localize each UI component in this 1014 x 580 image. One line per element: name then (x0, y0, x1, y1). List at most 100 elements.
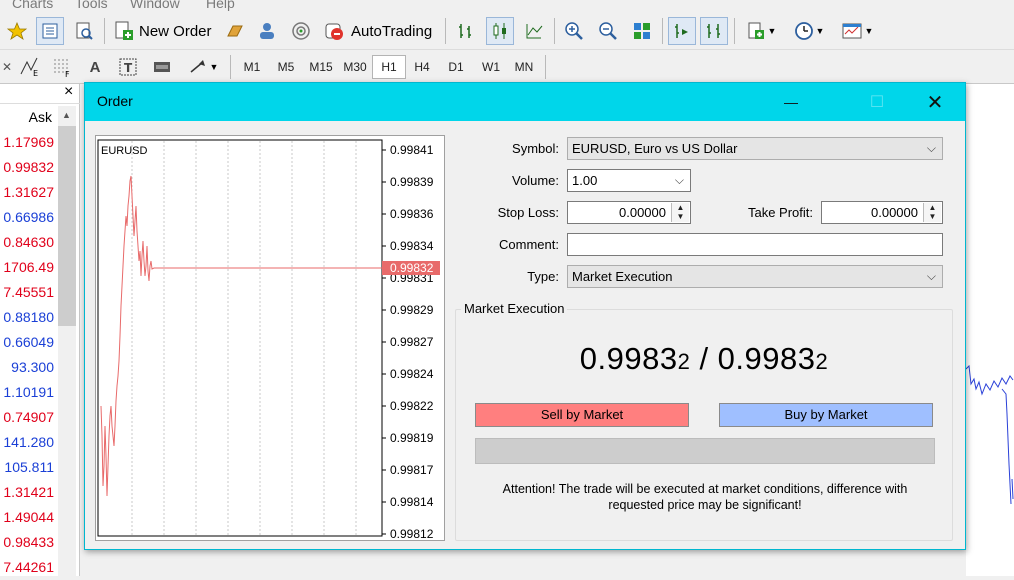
ask-price[interactable]: 1.49044 (0, 505, 54, 530)
svg-text:F: F (65, 70, 70, 78)
bar-chart-icon[interactable] (452, 17, 480, 45)
volume-combo[interactable]: 1.00 ⌵ (567, 169, 691, 192)
ask-price[interactable]: 1.17969 (0, 130, 54, 155)
market-watch-close-icon[interactable]: × (64, 83, 73, 101)
auto-scroll-icon[interactable] (700, 17, 728, 45)
tick-chart-canvas: 0.998410.998390.998360.998340.998310.998… (97, 139, 440, 541)
line-chart-icon[interactable] (520, 17, 548, 45)
dialog-title-bar[interactable]: Order — ☐ ✕ (85, 83, 965, 121)
arrows-dropdown-icon[interactable]: ▼ (182, 54, 224, 80)
ask-price[interactable]: 1706.49 (0, 255, 54, 280)
ask-price[interactable]: 0.66049 (0, 330, 54, 355)
menu-help[interactable]: Help (206, 0, 235, 11)
ask-price[interactable]: 93.300 (0, 355, 54, 380)
ask-price[interactable]: 1.31627 (0, 180, 54, 205)
stop-loss-input[interactable]: 0.00000 ▲ ▼ (567, 201, 691, 224)
fibonacci-icon[interactable]: F (48, 54, 76, 80)
spin-down-icon[interactable]: ▼ (672, 212, 689, 221)
buy-by-market-button[interactable]: Buy by Market (719, 403, 933, 427)
zoom-out-icon[interactable] (594, 17, 622, 45)
timeframe-h1[interactable]: H1 (372, 55, 406, 79)
new-order-button[interactable]: New Order (110, 17, 216, 45)
indicators-dropdown-icon[interactable]: ▼ (740, 17, 782, 45)
ask-price[interactable]: 0.98433 (0, 530, 54, 555)
data-window-icon[interactable] (70, 17, 98, 45)
crosshair-partial-icon[interactable]: ✕ (0, 54, 14, 80)
market-watch-scroll-thumb[interactable] (58, 126, 76, 326)
dialog-title: Order (97, 93, 133, 109)
take-profit-label: Take Profit: (747, 205, 813, 220)
timeframe-m5[interactable]: M5 (270, 55, 302, 79)
navigator-user-icon[interactable] (254, 17, 280, 45)
price-tick-label: 0.99812 (390, 527, 434, 540)
autotrading-label: AutoTrading (351, 22, 433, 40)
timeframe-mn[interactable]: MN (508, 55, 540, 79)
timeframe-w1[interactable]: W1 (474, 55, 508, 79)
ask-price[interactable]: 7.44261 (0, 555, 54, 580)
sell-by-market-button[interactable]: Sell by Market (475, 403, 689, 427)
close-icon[interactable]: ✕ (913, 87, 957, 117)
ask-price[interactable]: 7.45551 (0, 280, 54, 305)
timeframe-h4[interactable]: H4 (406, 55, 438, 79)
ask-price[interactable]: 0.66986 (0, 205, 54, 230)
rectangle-label-icon[interactable] (148, 54, 176, 80)
ask-price[interactable]: 1.10191 (0, 380, 54, 405)
menu-window[interactable]: Window (130, 0, 180, 11)
menu-charts[interactable]: Charts (12, 0, 53, 11)
signal-icon[interactable] (288, 17, 314, 45)
zoom-in-icon[interactable] (560, 17, 588, 45)
stop-loss-spinner[interactable]: ▲ ▼ (671, 203, 689, 222)
tile-windows-icon[interactable] (628, 17, 656, 45)
text-tool-icon[interactable]: A (82, 54, 108, 80)
minimize-icon[interactable]: — (769, 87, 813, 117)
ask-price[interactable]: 105.811 (0, 455, 54, 480)
background-chart (965, 84, 1014, 576)
ask-price[interactable]: 1.31421 (0, 480, 54, 505)
price-tick-label: 0.99817 (390, 463, 434, 477)
ask-price[interactable]: 141.280 (0, 430, 54, 455)
menu-bar: Charts Tools Window Help (0, 0, 1014, 12)
timeframe-m1[interactable]: M1 (236, 55, 268, 79)
templates-icon[interactable]: ▼ (836, 17, 878, 45)
background-chart-lines (965, 364, 1014, 505)
price-tick-label: 0.99824 (390, 367, 434, 381)
comment-input[interactable] (567, 233, 943, 256)
type-select[interactable]: Market Execution ⌵ (567, 265, 943, 288)
tick-chart-symbol: EURUSD (101, 145, 148, 157)
elliott-wave-icon[interactable]: E (16, 54, 44, 80)
star-folder-icon[interactable] (4, 17, 30, 45)
price-tick-label: 0.99834 (390, 239, 434, 253)
chart-shift-icon[interactable] (668, 17, 696, 45)
ask-price[interactable]: 0.88180 (0, 305, 54, 330)
autotrading-button[interactable]: AutoTrading (320, 17, 438, 45)
price-tick-label: 0.99836 (390, 207, 434, 221)
timeframe-m15[interactable]: M15 (304, 55, 338, 79)
take-profit-value: 0.00000 (871, 205, 918, 220)
gold-bars-icon[interactable] (222, 17, 248, 45)
take-profit-input[interactable]: 0.00000 ▲ ▼ (821, 201, 943, 224)
menu-tools[interactable]: Tools (75, 0, 108, 11)
market-watch-icon[interactable] (36, 17, 64, 45)
ask-price[interactable]: 0.84630 (0, 230, 54, 255)
candlestick-icon[interactable] (486, 17, 514, 45)
scroll-up-icon[interactable]: ▲ (62, 110, 71, 120)
timeframe-d1[interactable]: D1 (440, 55, 472, 79)
type-value: Market Execution (572, 269, 673, 284)
stop-loss-label: Stop Loss: (497, 205, 559, 220)
ask-price[interactable]: 0.74907 (0, 405, 54, 430)
spin-up-icon[interactable]: ▲ (672, 203, 689, 212)
symbol-select[interactable]: EURUSD, Euro vs US Dollar ⌵ (567, 137, 943, 160)
take-profit-spinner[interactable]: ▲ ▼ (923, 203, 941, 222)
timeframe-m30[interactable]: M30 (338, 55, 372, 79)
ask-price[interactable]: 0.99832 (0, 155, 54, 180)
text-label-icon[interactable]: T (114, 54, 142, 80)
periods-clock-icon[interactable]: ▼ (788, 17, 830, 45)
stop-loss-value: 0.00000 (619, 205, 666, 220)
autotrading-icon (325, 23, 343, 40)
new-order-icon (115, 21, 133, 40)
spin-down-icon[interactable]: ▼ (924, 212, 941, 221)
ask-column-header[interactable]: Ask (0, 106, 58, 128)
price-tick-label: 0.99819 (390, 431, 434, 445)
new-order-label: New Order (139, 22, 212, 40)
spin-up-icon[interactable]: ▲ (924, 203, 941, 212)
